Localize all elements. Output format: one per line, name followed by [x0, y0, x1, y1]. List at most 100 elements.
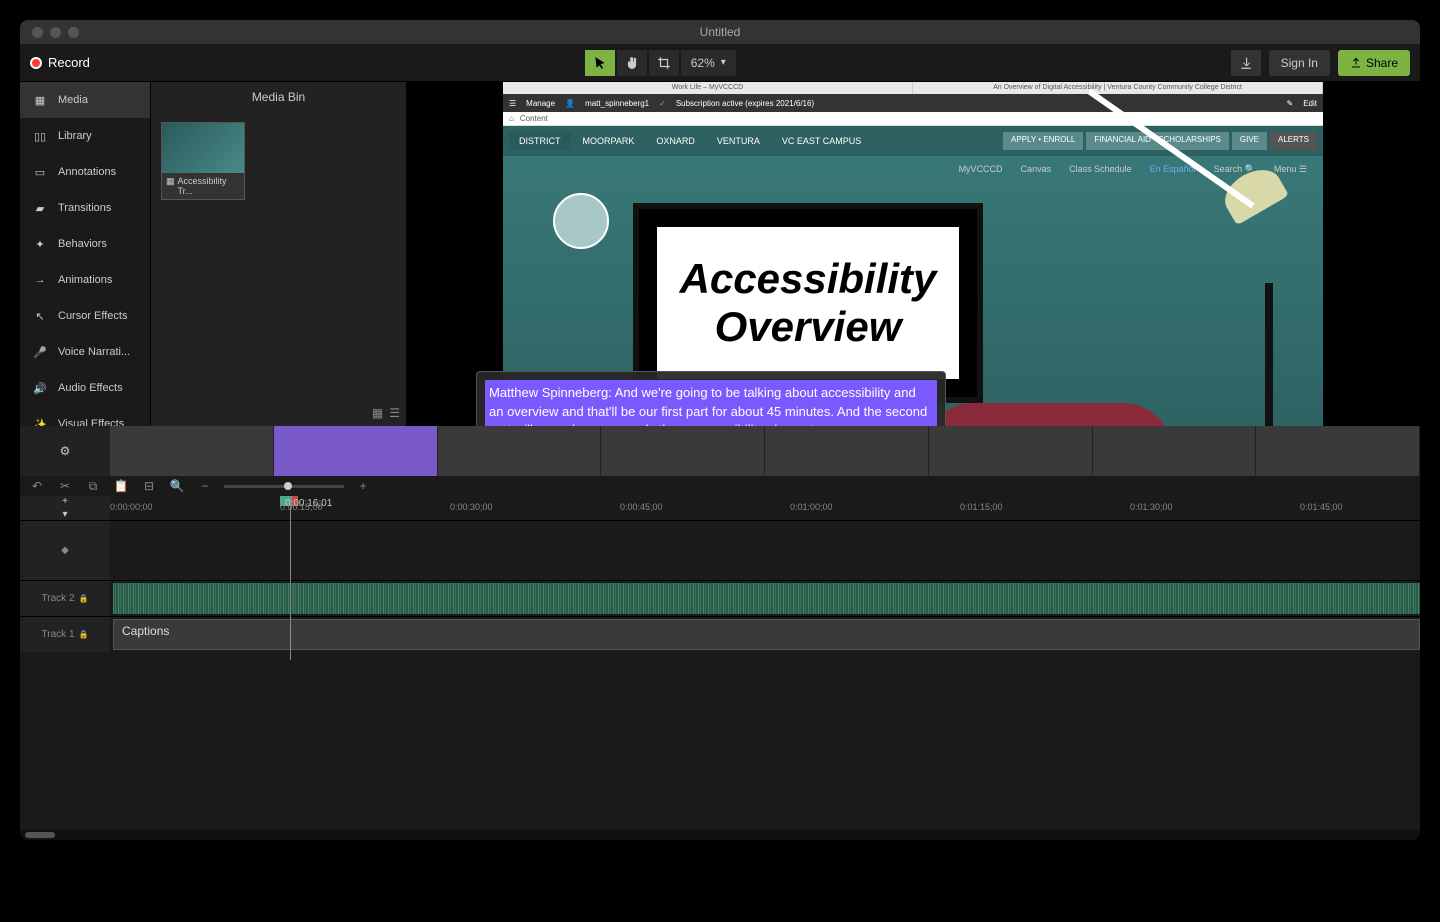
nav-ventura: VENTURA [707, 132, 770, 150]
main-area: ▦Media ▯▯Library ▭Annotations ▰Transitio… [20, 82, 1420, 426]
media-icon: ▦ [32, 92, 48, 108]
admin-user: matt_spinneberg1 [585, 99, 649, 108]
preview-canvas[interactable]: Work Life – MyVCCCD An Overview of Digit… [406, 82, 1420, 426]
nav-moorpark: MOORPARK [573, 132, 645, 150]
zoom-dropdown[interactable]: 62% ▾ [681, 50, 736, 76]
ruler-mark: 0:01:45;00 [1300, 502, 1343, 512]
sidebar-item-cursor-effects[interactable]: ↖Cursor Effects [20, 298, 150, 334]
scrubber-track[interactable] [110, 426, 1420, 476]
media-bin-title: Media Bin [151, 82, 406, 112]
cut-button[interactable]: ✂ [56, 477, 74, 495]
sidebar-item-animations[interactable]: →Animations [20, 262, 150, 298]
signin-button[interactable]: Sign In [1269, 50, 1330, 76]
nav2-myvcccd: MyVCCCD [959, 164, 1003, 175]
share-label: Share [1366, 56, 1398, 70]
zoom-fit-button[interactable]: 🔍 [168, 477, 186, 495]
select-tool-button[interactable] [585, 50, 615, 76]
record-icon [30, 57, 42, 69]
canvas-area: Work Life – MyVCCCD An Overview of Digit… [406, 82, 1420, 426]
mic-icon: 🎤 [32, 344, 48, 360]
btn-give: GIVE [1232, 132, 1267, 150]
paste-button[interactable]: 📋 [112, 477, 130, 495]
nav2-espanol: En Español [1150, 164, 1196, 175]
sidebar-item-voice-narration[interactable]: 🎤Voice Narrati... [20, 334, 150, 370]
grid-view-button[interactable]: ▦ [372, 406, 383, 420]
animations-icon: → [32, 272, 48, 288]
sidebar-item-library[interactable]: ▯▯Library [20, 118, 150, 154]
sidebar-item-transitions[interactable]: ▰Transitions [20, 190, 150, 226]
timeline-ruler[interactable]: 0:00:16;01 0:00:00;000:00:15;000:00:30;0… [110, 496, 1420, 520]
captions-clip[interactable]: Captions [113, 619, 1420, 650]
lock-icon[interactable]: 🔒 [79, 630, 89, 639]
admin-sub: Subscription active (expires 2021/6/16) [676, 99, 814, 108]
ruler-mark: 0:01:15;00 [960, 502, 1003, 512]
undo-button[interactable]: ↶ [28, 477, 46, 495]
track-add-icon[interactable]: + [62, 496, 68, 507]
hand-tool-button[interactable] [617, 50, 647, 76]
audio-clip[interactable] [113, 583, 1420, 614]
cursor-icon: ↖ [32, 308, 48, 324]
browser-tab-1: Work Life – MyVCCCD [503, 82, 913, 94]
hero-line2: Overview [715, 303, 902, 351]
ruler-mark: 0:01:00;00 [790, 502, 833, 512]
sidebar-item-visual-effects[interactable]: ✨Visual Effects [20, 406, 150, 426]
split-button[interactable]: ⊟ [140, 477, 158, 495]
zoom-out-button[interactable]: − [196, 477, 214, 495]
lock-icon[interactable]: 🔒 [79, 594, 89, 603]
track-collapse-icon[interactable]: ▾ [62, 509, 67, 520]
sidebar-item-annotations[interactable]: ▭Annotations [20, 154, 150, 190]
nav2-sched: Class Schedule [1069, 164, 1132, 175]
main-toolbar: Record 62% ▾ Sign In Share [20, 44, 1420, 82]
caption-text-input[interactable]: Matthew Spinneberg: And we're going to b… [485, 380, 937, 426]
crop-tool-button[interactable] [649, 50, 679, 76]
track-controls: ◆ [20, 521, 110, 580]
nav-east: VC EAST CAMPUS [772, 132, 871, 150]
media-thumbnail[interactable]: ▦Accessibility Tr... [161, 122, 245, 200]
admin-manage: Manage [526, 99, 555, 108]
sidebar-item-behaviors[interactable]: ✦Behaviors [20, 226, 150, 262]
sidebar-item-audio-effects[interactable]: 🔊Audio Effects [20, 370, 150, 406]
track-1-label[interactable]: Track 1 🔒 [20, 617, 110, 652]
transitions-icon: ▰ [32, 200, 48, 216]
download-button[interactable] [1231, 50, 1261, 76]
film-icon: ▦ [166, 176, 175, 196]
couch-graphic [923, 403, 1173, 426]
track-2-label[interactable]: Track 2 🔒 [20, 581, 110, 616]
ruler-mark: 0:00:15;00 [280, 502, 323, 512]
upload-icon [1350, 57, 1362, 69]
home-icon: ⌂ [509, 114, 514, 123]
annotations-icon: ▭ [32, 164, 48, 180]
sidebar-item-media[interactable]: ▦Media [20, 82, 150, 118]
record-button[interactable]: Record [30, 55, 90, 70]
timeline: + ▾ 0:00:16;01 0:00:00;000:00:15;000:00:… [20, 496, 1420, 840]
library-icon: ▯▯ [32, 128, 48, 144]
wand-icon: ✨ [32, 416, 48, 426]
playhead-line [290, 496, 291, 660]
share-button[interactable]: Share [1338, 50, 1410, 76]
scrubber-strip: ⚙ [20, 426, 1420, 476]
nav2-canvas: Canvas [1021, 164, 1052, 175]
speaker-icon: 🔊 [32, 380, 48, 396]
check-icon: ✓ [659, 99, 666, 108]
lamp-pole [1265, 283, 1273, 426]
zoom-slider[interactable] [224, 485, 344, 488]
site-logo [553, 193, 609, 249]
zoom-in-button[interactable]: + [354, 477, 372, 495]
user-icon: 👤 [565, 99, 575, 108]
pencil-icon: ✎ [1287, 99, 1294, 108]
record-label: Record [48, 55, 90, 70]
media-bin-panel: Media Bin ▦Accessibility Tr... ▦ ☰ [151, 82, 406, 426]
copy-button[interactable]: ⧉ [84, 477, 102, 495]
admin-edit: Edit [1303, 99, 1317, 108]
timeline-toolbar: ↶ ✂ ⧉ 📋 ⊟ 🔍 − + [20, 476, 1420, 496]
browser-tab-2: An Overview of Digital Accessibility | V… [913, 82, 1323, 94]
hero-line1: Accessibility [680, 255, 937, 303]
ruler-mark: 0:00:30;00 [450, 502, 493, 512]
list-view-button[interactable]: ☰ [389, 406, 400, 420]
marker-icon[interactable]: ◆ [61, 545, 69, 556]
timeline-scrollbar[interactable] [20, 830, 1420, 840]
ruler-mark: 0:01:30;00 [1130, 502, 1173, 512]
scrubber-settings-button[interactable]: ⚙ [20, 426, 110, 476]
tool-sidebar: ▦Media ▯▯Library ▭Annotations ▰Transitio… [20, 82, 151, 426]
content-link: Content [520, 114, 548, 123]
